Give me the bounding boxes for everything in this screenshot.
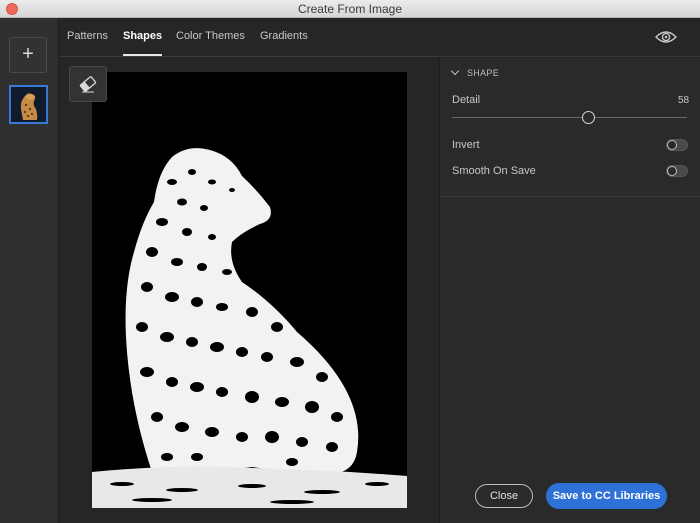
tab-color-themes[interactable]: Color Themes: [176, 18, 245, 57]
section-title: SHAPE: [467, 68, 500, 78]
window-title: Create From Image: [297, 2, 403, 16]
tab-shapes[interactable]: Shapes: [123, 18, 163, 57]
smooth-on-save-label: Smooth On Save: [452, 165, 536, 177]
shape-settings-panel: SHAPE Detail 58 Invert Smooth On Save Cl…: [439, 58, 700, 523]
leopard-thumbnail-icon: [11, 87, 46, 122]
detail-label: Detail: [452, 94, 481, 106]
close-button[interactable]: Close: [475, 484, 533, 508]
save-to-cc-libraries-button[interactable]: Save to CC Libraries: [546, 483, 667, 509]
image-thumbnail[interactable]: [9, 85, 48, 124]
detail-value: 58: [678, 95, 690, 106]
eraser-button[interactable]: [69, 66, 107, 102]
detail-slider-handle[interactable]: [581, 111, 595, 124]
preview-eye-icon[interactable]: [654, 26, 678, 48]
eraser-icon: [79, 76, 97, 93]
invert-toggle[interactable]: [666, 139, 688, 151]
tab-bar: Patterns Shapes Color Themes Gradients: [60, 18, 700, 57]
panel-divider: [440, 196, 700, 197]
detail-slider[interactable]: [452, 117, 687, 118]
tab-gradients[interactable]: Gradients: [260, 18, 308, 57]
shape-preview-image: [92, 72, 407, 508]
canvas-area: [60, 58, 439, 523]
chevron-down-icon: [450, 66, 460, 76]
tab-patterns[interactable]: Patterns: [67, 18, 108, 57]
toggle-knob: [667, 166, 677, 176]
left-sidebar: +: [0, 18, 59, 523]
close-window-icon[interactable]: [6, 3, 18, 15]
window-titlebar: Create From Image: [0, 0, 700, 18]
smooth-on-save-toggle[interactable]: [666, 165, 688, 177]
add-image-button[interactable]: +: [9, 37, 47, 73]
shape-section-header[interactable]: SHAPE: [450, 66, 500, 78]
invert-label: Invert: [452, 139, 480, 151]
toggle-knob: [667, 140, 677, 150]
